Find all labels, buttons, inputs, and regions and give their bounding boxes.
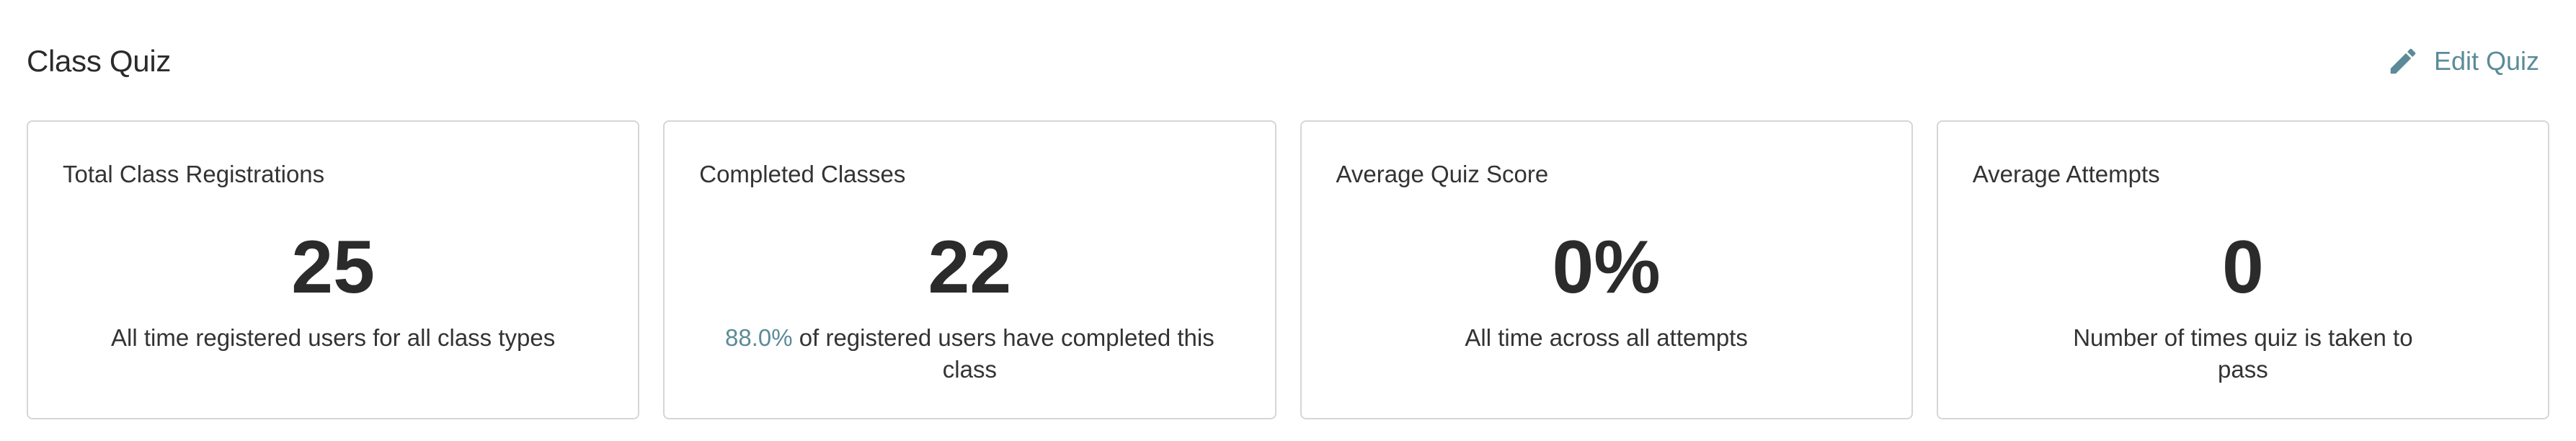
stats-cards: Total Class Registrations 25 All time re… <box>27 120 2549 419</box>
card-description: 88.0% of registered users have completed… <box>708 322 1231 386</box>
edit-quiz-button[interactable]: Edit Quiz <box>2386 45 2539 78</box>
card-value: 0 <box>2221 226 2264 309</box>
total-registrations-card: Total Class Registrations 25 All time re… <box>27 120 640 419</box>
card-description: All time registered users for all class … <box>111 324 556 351</box>
edit-quiz-label: Edit Quiz <box>2433 46 2539 76</box>
average-attempts-card: Average Attempts 0 Number of times quiz … <box>1936 120 2549 419</box>
pencil-icon <box>2386 45 2420 78</box>
card-value: 22 <box>928 226 1012 309</box>
card-title: Completed Classes <box>699 161 906 187</box>
card-value: 25 <box>291 226 375 309</box>
card-title: Average Quiz Score <box>1336 161 1549 187</box>
card-value: 0% <box>1552 226 1661 309</box>
page-title: Class Quiz <box>27 44 172 78</box>
completion-percentage: 88.0% <box>725 324 793 351</box>
card-title: Total Class Registrations <box>63 161 325 187</box>
average-quiz-score-card: Average Quiz Score 0% All time across al… <box>1300 120 1913 419</box>
card-description-text: of registered users have completed this … <box>792 324 1214 383</box>
card-description: Number of times quiz is taken to pass <box>2073 324 2413 383</box>
card-description: All time across all attempts <box>1465 324 1748 351</box>
completed-classes-card: Completed Classes 22 88.0% of registered… <box>663 120 1276 419</box>
page-header: Class Quiz Edit Quiz <box>27 29 2549 94</box>
card-title: Average Attempts <box>1972 161 2160 187</box>
